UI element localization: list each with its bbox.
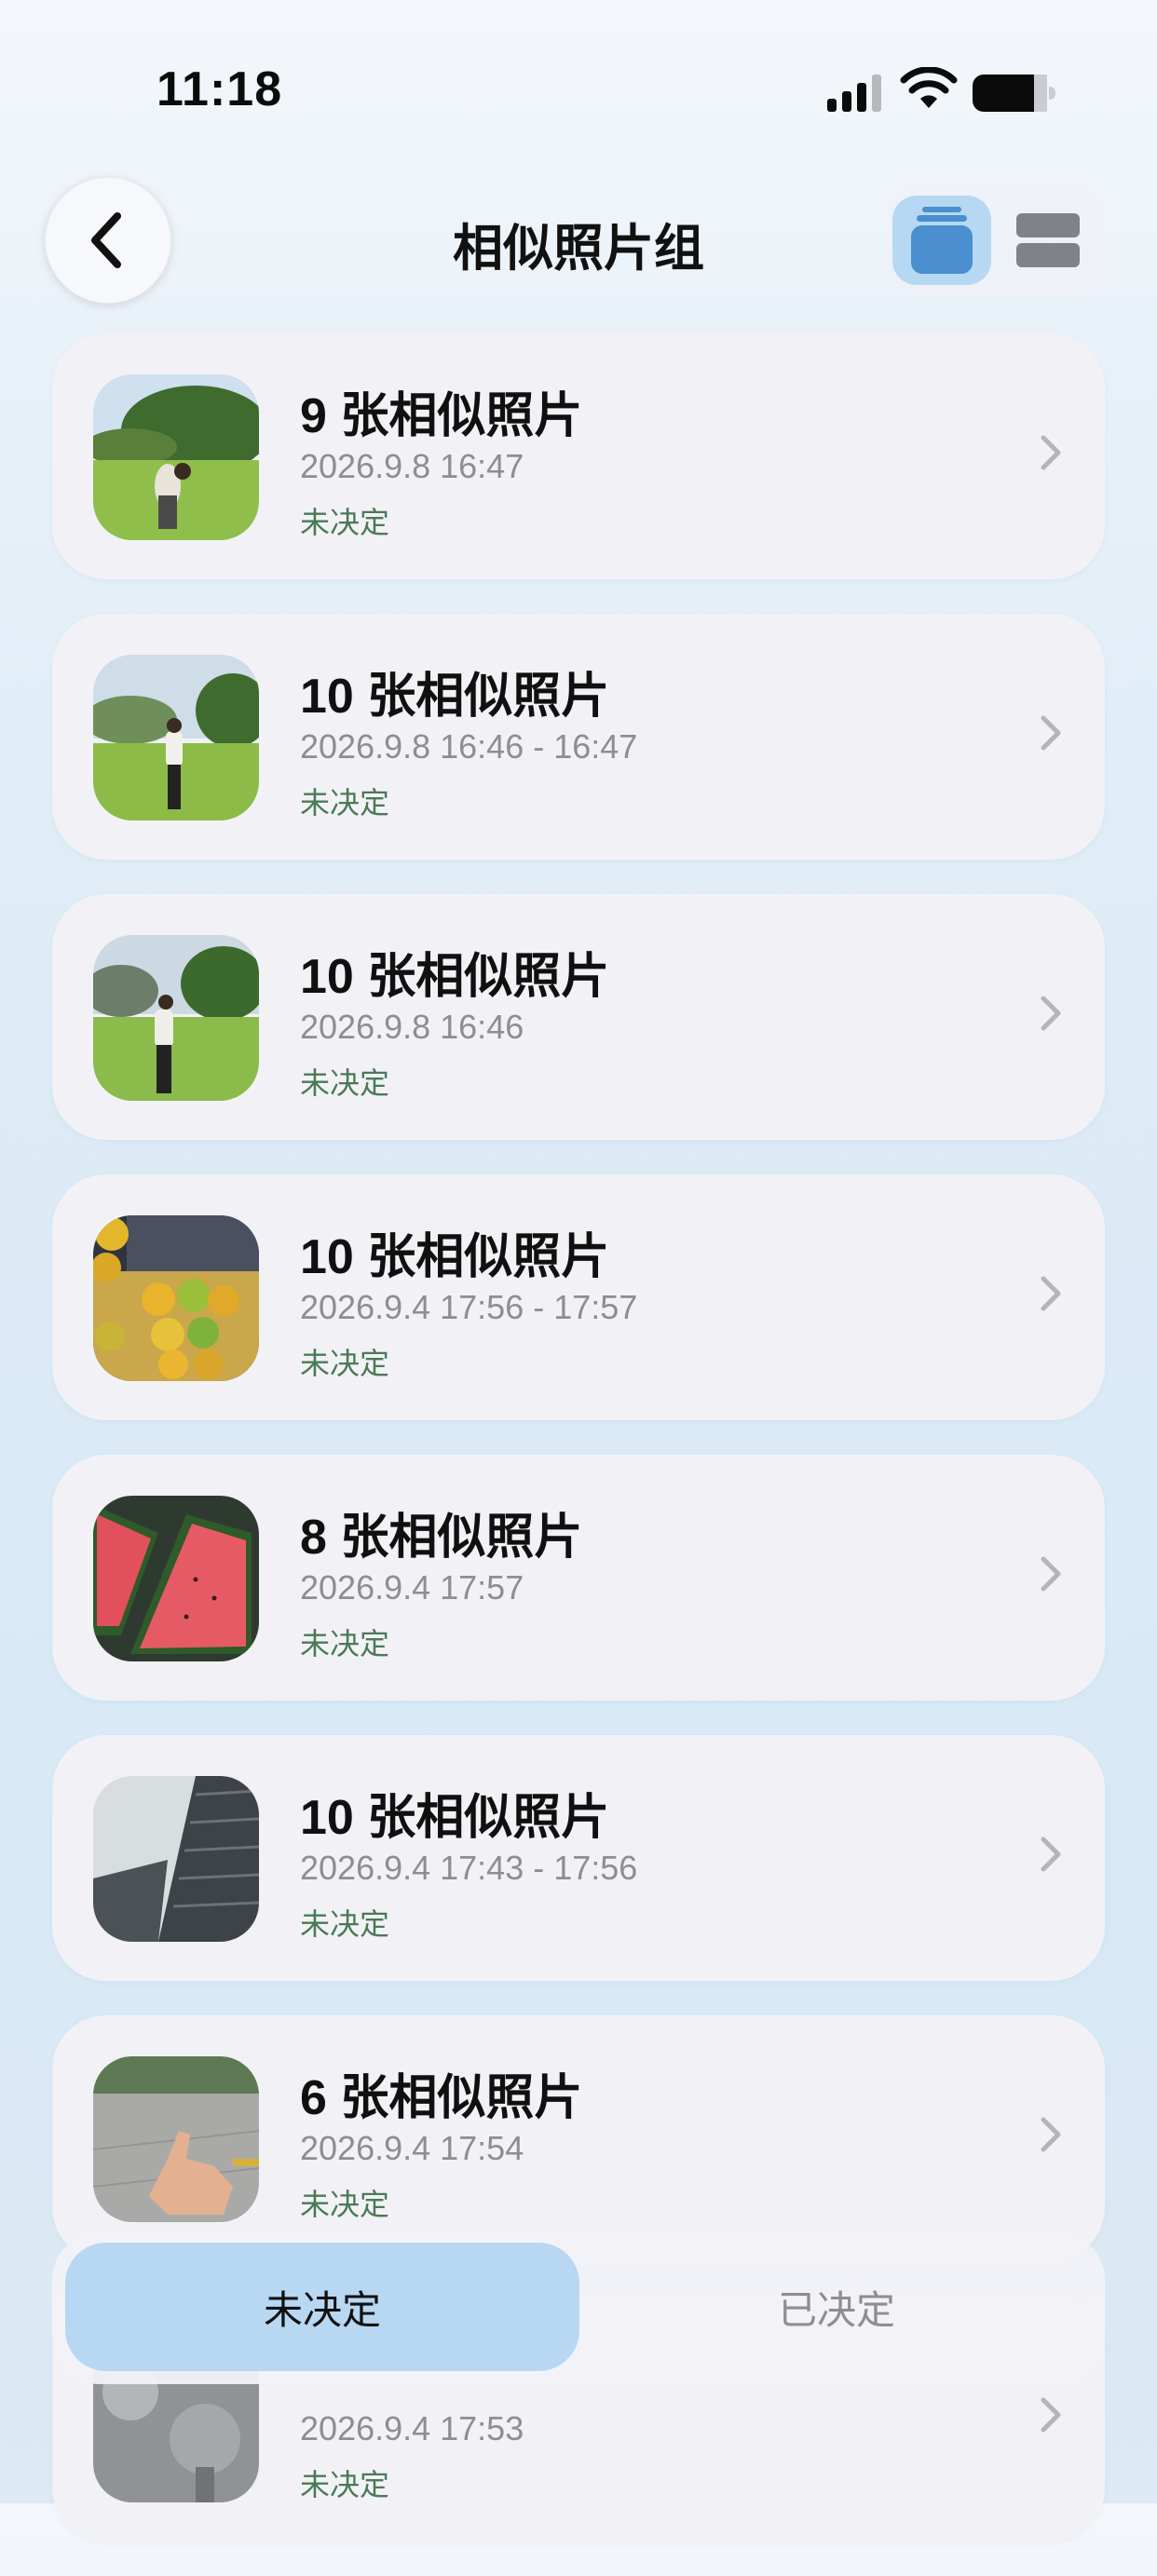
group-thumbnail bbox=[93, 655, 259, 820]
group-title: 10 张相似照片 bbox=[300, 950, 610, 1004]
group-time: 2026.9.4 17:54 bbox=[300, 2129, 524, 2167]
chevron-right-icon bbox=[1041, 1837, 1061, 1872]
group-card[interactable]: 10 张相似照片 2026.9.4 17:43 - 17:56 未决定 bbox=[52, 1735, 1105, 1981]
list-view-button[interactable] bbox=[999, 196, 1097, 285]
stack-view-icon bbox=[911, 207, 973, 274]
group-title: 9 张相似照片 bbox=[300, 389, 583, 443]
group-card[interactable]: 10 张相似照片 2026.9.8 16:46 - 16:47 未决定 bbox=[52, 614, 1105, 860]
chevron-right-icon bbox=[1041, 2397, 1061, 2433]
wifi-icon bbox=[900, 67, 958, 108]
group-title: 10 张相似照片 bbox=[300, 670, 610, 724]
group-time: 2026.9.8 16:46 - 16:47 bbox=[300, 727, 638, 766]
group-status: 未决定 bbox=[300, 2188, 390, 2221]
group-card[interactable]: 9 张相似照片 2026.9.8 16:47 未决定 bbox=[52, 333, 1105, 579]
decision-filter-segmented-control: 未决定 已决定 bbox=[52, 2233, 1105, 2384]
view-mode-toggle bbox=[887, 186, 1103, 294]
group-card[interactable]: 6 张相似照片 2026.9.4 17:54 未决定 bbox=[52, 2015, 1105, 2261]
chevron-right-icon bbox=[1041, 435, 1061, 470]
chevron-right-icon bbox=[1041, 996, 1061, 1031]
group-status: 未决定 bbox=[300, 786, 390, 820]
battery-icon bbox=[973, 75, 1055, 112]
group-title: 10 张相似照片 bbox=[300, 1791, 610, 1845]
group-status: 未决定 bbox=[300, 1907, 390, 1941]
list-view-icon bbox=[1016, 213, 1080, 267]
group-time: 2026.9.4 17:53 bbox=[300, 2409, 524, 2447]
chevron-right-icon bbox=[1041, 2117, 1061, 2152]
group-card[interactable]: 8 张相似照片 2026.9.4 17:57 未决定 bbox=[52, 1455, 1105, 1701]
group-thumbnail bbox=[93, 935, 259, 1101]
group-time: 2026.9.8 16:47 bbox=[300, 447, 524, 485]
group-card[interactable]: 10 张相似照片 2026.9.4 17:56 - 17:57 未决定 bbox=[52, 1174, 1105, 1420]
group-thumbnail bbox=[93, 2056, 259, 2222]
group-thumbnail bbox=[93, 1215, 259, 1381]
segment-undecided[interactable]: 未决定 bbox=[65, 2243, 579, 2371]
group-thumbnail bbox=[93, 1776, 259, 1942]
group-time: 2026.9.4 17:57 bbox=[300, 1568, 524, 1607]
group-title: 10 张相似照片 bbox=[300, 1230, 610, 1284]
status-time: 11:18 bbox=[157, 62, 283, 116]
chevron-right-icon bbox=[1041, 715, 1061, 751]
group-title: 8 张相似照片 bbox=[300, 1511, 583, 1565]
group-status: 未决定 bbox=[300, 1347, 390, 1380]
group-status: 未决定 bbox=[300, 2468, 390, 2501]
group-thumbnail bbox=[93, 374, 259, 540]
group-title: 6 张相似照片 bbox=[300, 2071, 583, 2125]
group-time: 2026.9.4 17:43 - 17:56 bbox=[300, 1849, 638, 1887]
group-time: 2026.9.4 17:56 - 17:57 bbox=[300, 1288, 638, 1326]
stack-view-button[interactable] bbox=[892, 196, 991, 285]
group-thumbnail bbox=[93, 1496, 259, 1661]
group-status: 未决定 bbox=[300, 506, 390, 539]
group-card[interactable]: 10 张相似照片 2026.9.8 16:46 未决定 bbox=[52, 894, 1105, 1140]
chevron-right-icon bbox=[1041, 1276, 1061, 1311]
cellular-signal-icon bbox=[827, 75, 881, 112]
group-status: 未决定 bbox=[300, 1066, 390, 1100]
status-bar: 11:18 bbox=[0, 0, 1157, 177]
chevron-right-icon bbox=[1041, 1556, 1061, 1592]
segment-decided[interactable]: 已决定 bbox=[579, 2243, 1094, 2371]
group-status: 未决定 bbox=[300, 1627, 390, 1661]
group-time: 2026.9.8 16:46 bbox=[300, 1008, 524, 1046]
